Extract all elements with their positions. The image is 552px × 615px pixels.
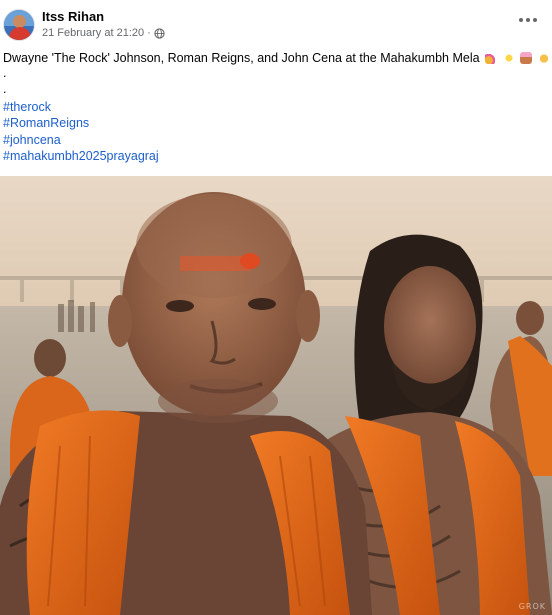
post-meta: 21 February at 21:20 · <box>42 27 165 39</box>
meta-separator: · <box>147 27 151 39</box>
post-photo[interactable]: GROK <box>0 176 552 615</box>
photo-illustration <box>0 176 552 615</box>
hashtag-link[interactable]: #mahakumbh2025prayagraj <box>3 148 548 165</box>
author-name[interactable]: Itss Rihan <box>42 9 104 24</box>
hashtag-link[interactable]: #johncena <box>3 132 548 149</box>
caption-text: Dwayne 'The Rock' Johnson, Roman Reigns,… <box>3 51 480 65</box>
post-header: Itss Rihan 21 February at 21:20 · <box>0 0 552 44</box>
clapping-hands-icon <box>537 52 550 64</box>
cake-icon <box>520 52 533 64</box>
caption-line: Dwayne 'The Rock' Johnson, Roman Reigns,… <box>3 50 550 67</box>
post-caption: Dwayne 'The Rock' Johnson, Roman Reigns,… <box>3 50 550 165</box>
caption-dot: . <box>3 65 7 80</box>
hashtag-link[interactable]: #therock <box>3 99 548 116</box>
sparkles-icon <box>502 52 515 64</box>
post-timestamp[interactable]: 21 February at 21:20 <box>42 27 144 39</box>
globe-icon <box>154 27 165 39</box>
photo-watermark: GROK <box>518 602 546 611</box>
party-popper-icon <box>485 52 498 64</box>
hashtag-link[interactable]: #RomanReigns <box>3 115 548 132</box>
author-avatar[interactable] <box>3 9 35 41</box>
more-options-icon[interactable] <box>515 10 541 30</box>
caption-dot: . <box>3 81 7 96</box>
